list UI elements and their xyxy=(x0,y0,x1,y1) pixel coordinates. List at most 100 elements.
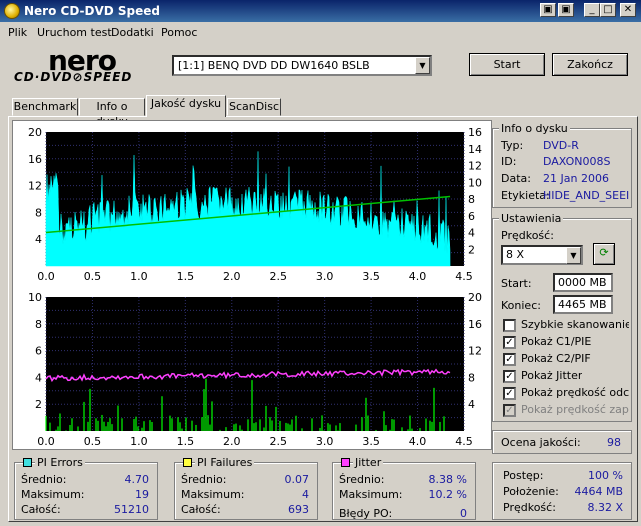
x-tick-label: 3.5 xyxy=(362,435,380,448)
tab-benchmark[interactable]: Benchmark xyxy=(12,98,78,116)
x-tick-label: 4.5 xyxy=(455,435,473,448)
checkbox-label-3: Pokaż Jitter xyxy=(521,369,583,382)
quality-score-box: Ocena jakości: 98 xyxy=(492,430,632,454)
checkbox-1[interactable]: ✓ xyxy=(503,336,516,349)
pif-avg-value: 0.07 xyxy=(284,473,310,486)
checkbox-4[interactable]: ✓ xyxy=(503,387,516,400)
start-button[interactable]: Start xyxy=(469,53,545,76)
y-right-tick-label: 6 xyxy=(468,210,475,223)
id-value: DAXON008S xyxy=(543,155,611,168)
x-tick-label: 1.0 xyxy=(130,435,148,448)
y-left-tick-label: 2 xyxy=(35,398,42,411)
x-tick-label: 1.5 xyxy=(177,270,195,283)
speed-select[interactable]: 8 X ▼ xyxy=(501,245,583,265)
progress-label: Postęp: xyxy=(503,469,544,482)
checkbox-label-5: Pokaż prędkość zapisu xyxy=(521,403,629,416)
tab-disc-info[interactable]: Info o dysku xyxy=(79,98,145,128)
maximize-icon[interactable]: □ xyxy=(600,3,616,17)
x-tick-label: 1.5 xyxy=(177,435,195,448)
checkbox-5[interactable]: ✓ xyxy=(503,404,516,417)
checkbox-2[interactable]: ✓ xyxy=(503,353,516,366)
pi-errors-swatch xyxy=(23,458,32,467)
pif-total-label: Całość: xyxy=(181,503,221,516)
jitter-max-value: 10.2 % xyxy=(428,488,467,501)
menu-plik[interactable]: Plik xyxy=(8,26,27,39)
y-left-tick-label: 20 xyxy=(28,126,42,139)
progress-stats: Postęp: 100 % Położenie: 4464 MB Prędkoś… xyxy=(492,462,632,520)
tab-scandisc[interactable]: ScanDisc xyxy=(227,98,281,116)
x-tick-label: 0.5 xyxy=(84,435,102,448)
disc-info-group: Info o dysku Typ: DVD-R ID: DAXON008S Da… xyxy=(492,122,632,208)
x-tick-label: 2.5 xyxy=(269,270,287,283)
y-right-tick-label: 20 xyxy=(468,291,482,304)
start-input[interactable]: 0000 MB xyxy=(553,273,613,292)
date-value: 21 Jan 2006 xyxy=(543,172,609,185)
menu-dodatki[interactable]: Dodatki xyxy=(111,26,154,39)
current-speed-value: 8.32 X xyxy=(587,501,623,514)
type-value: DVD-R xyxy=(543,139,579,152)
checkbox-0[interactable] xyxy=(503,319,516,332)
checkbox-label-1: Pokaż C1/PIE xyxy=(521,335,592,348)
pi-errors-title: PI Errors xyxy=(35,456,85,469)
x-tick-label: 3.0 xyxy=(316,270,334,283)
label-value: HIDE_AND_SEEI xyxy=(543,189,629,202)
quality-value: 98 xyxy=(607,436,621,449)
x-tick-label: 2.0 xyxy=(223,270,241,283)
y-right-tick-label: 8 xyxy=(468,371,475,384)
chevron-down-icon[interactable]: ▼ xyxy=(566,247,581,264)
pif-max-label: Maksimum: xyxy=(181,488,245,501)
position-value: 4464 MB xyxy=(574,485,623,498)
x-tick-label: 4.0 xyxy=(409,270,427,283)
po-errors-value: 0 xyxy=(460,507,467,520)
end-label: Koniec: xyxy=(501,299,541,312)
y-left-tick-label: 6 xyxy=(35,345,42,358)
drive-select[interactable]: [1:1] BENQ DVD DD DW1640 BSLB ▼ xyxy=(172,55,432,76)
y-right-tick-label: 8 xyxy=(468,193,475,206)
refresh-icon[interactable]: ⟳ xyxy=(593,243,615,265)
pi-failures-title: PI Failures xyxy=(195,456,255,469)
quality-label: Ocena jakości: xyxy=(501,436,581,449)
menu-bar: Plik Uruchom test Dodatki Pomoc xyxy=(0,22,641,42)
checkbox-label-0: Szybkie skanowanie xyxy=(521,318,629,331)
menu-pomoc[interactable]: Pomoc xyxy=(161,26,197,39)
pie-total-value: 51210 xyxy=(114,503,149,516)
x-tick-label: 4.0 xyxy=(409,435,427,448)
close-icon[interactable]: ✕ xyxy=(620,3,636,17)
progress-value: 100 % xyxy=(588,469,623,482)
pie-max-label: Maksimum: xyxy=(21,488,85,501)
speed-select-value: 8 X xyxy=(506,248,525,261)
pie-max-value: 19 xyxy=(135,488,149,501)
y-left-tick-label: 4 xyxy=(35,233,42,246)
jitter-max-label: Maksimum: xyxy=(339,488,403,501)
y-right-tick-label: 16 xyxy=(468,318,482,331)
position-label: Położenie: xyxy=(503,485,559,498)
pie-avg-label: Średnio: xyxy=(21,473,67,486)
tab-disc-quality[interactable]: Jakość dysku xyxy=(146,95,226,117)
pi-failures-swatch xyxy=(183,458,192,467)
x-tick-label: 4.5 xyxy=(455,270,473,283)
pi-errors-chart: 0.0 0.5 1.0 1.5 2.0 2.5 3.0 3.5 4.0 4.5 20 16 12 8 4 16… xyxy=(28,126,482,283)
jitter-avg-value: 8.38 % xyxy=(428,473,467,486)
plot-background xyxy=(46,297,464,431)
menu-uruchom-test[interactable]: Uruchom test xyxy=(37,26,112,39)
end-input[interactable]: 4465 MB xyxy=(553,295,613,314)
y-right-tick-label: 14 xyxy=(468,143,482,156)
x-tick-label: 0.0 xyxy=(37,270,55,283)
y-left-tick-label: 12 xyxy=(28,180,42,193)
chevron-down-icon[interactable]: ▼ xyxy=(415,57,430,74)
stop-button[interactable]: Zakończ xyxy=(552,53,628,76)
date-label: Data: xyxy=(501,172,531,185)
y-left-tick-label: 10 xyxy=(28,291,42,304)
minimize-icon[interactable]: _ xyxy=(584,3,600,17)
current-speed-label: Prędkość: xyxy=(503,501,556,514)
cd-dvd-speed-logo: CD·DVD⊘SPEED xyxy=(14,70,133,84)
y-right-tick-label: 10 xyxy=(468,176,482,189)
restore-button[interactable]: ▣ xyxy=(558,3,574,17)
checkbox-3[interactable]: ✓ xyxy=(503,370,516,383)
minimize-button[interactable]: ▣ xyxy=(540,3,556,17)
jitter-swatch xyxy=(341,458,350,467)
x-tick-label: 0.0 xyxy=(37,435,55,448)
app-icon xyxy=(4,3,20,19)
checkbox-label-4: Pokaż prędkość odczyt xyxy=(521,386,629,399)
x-tick-label: 3.0 xyxy=(316,435,334,448)
